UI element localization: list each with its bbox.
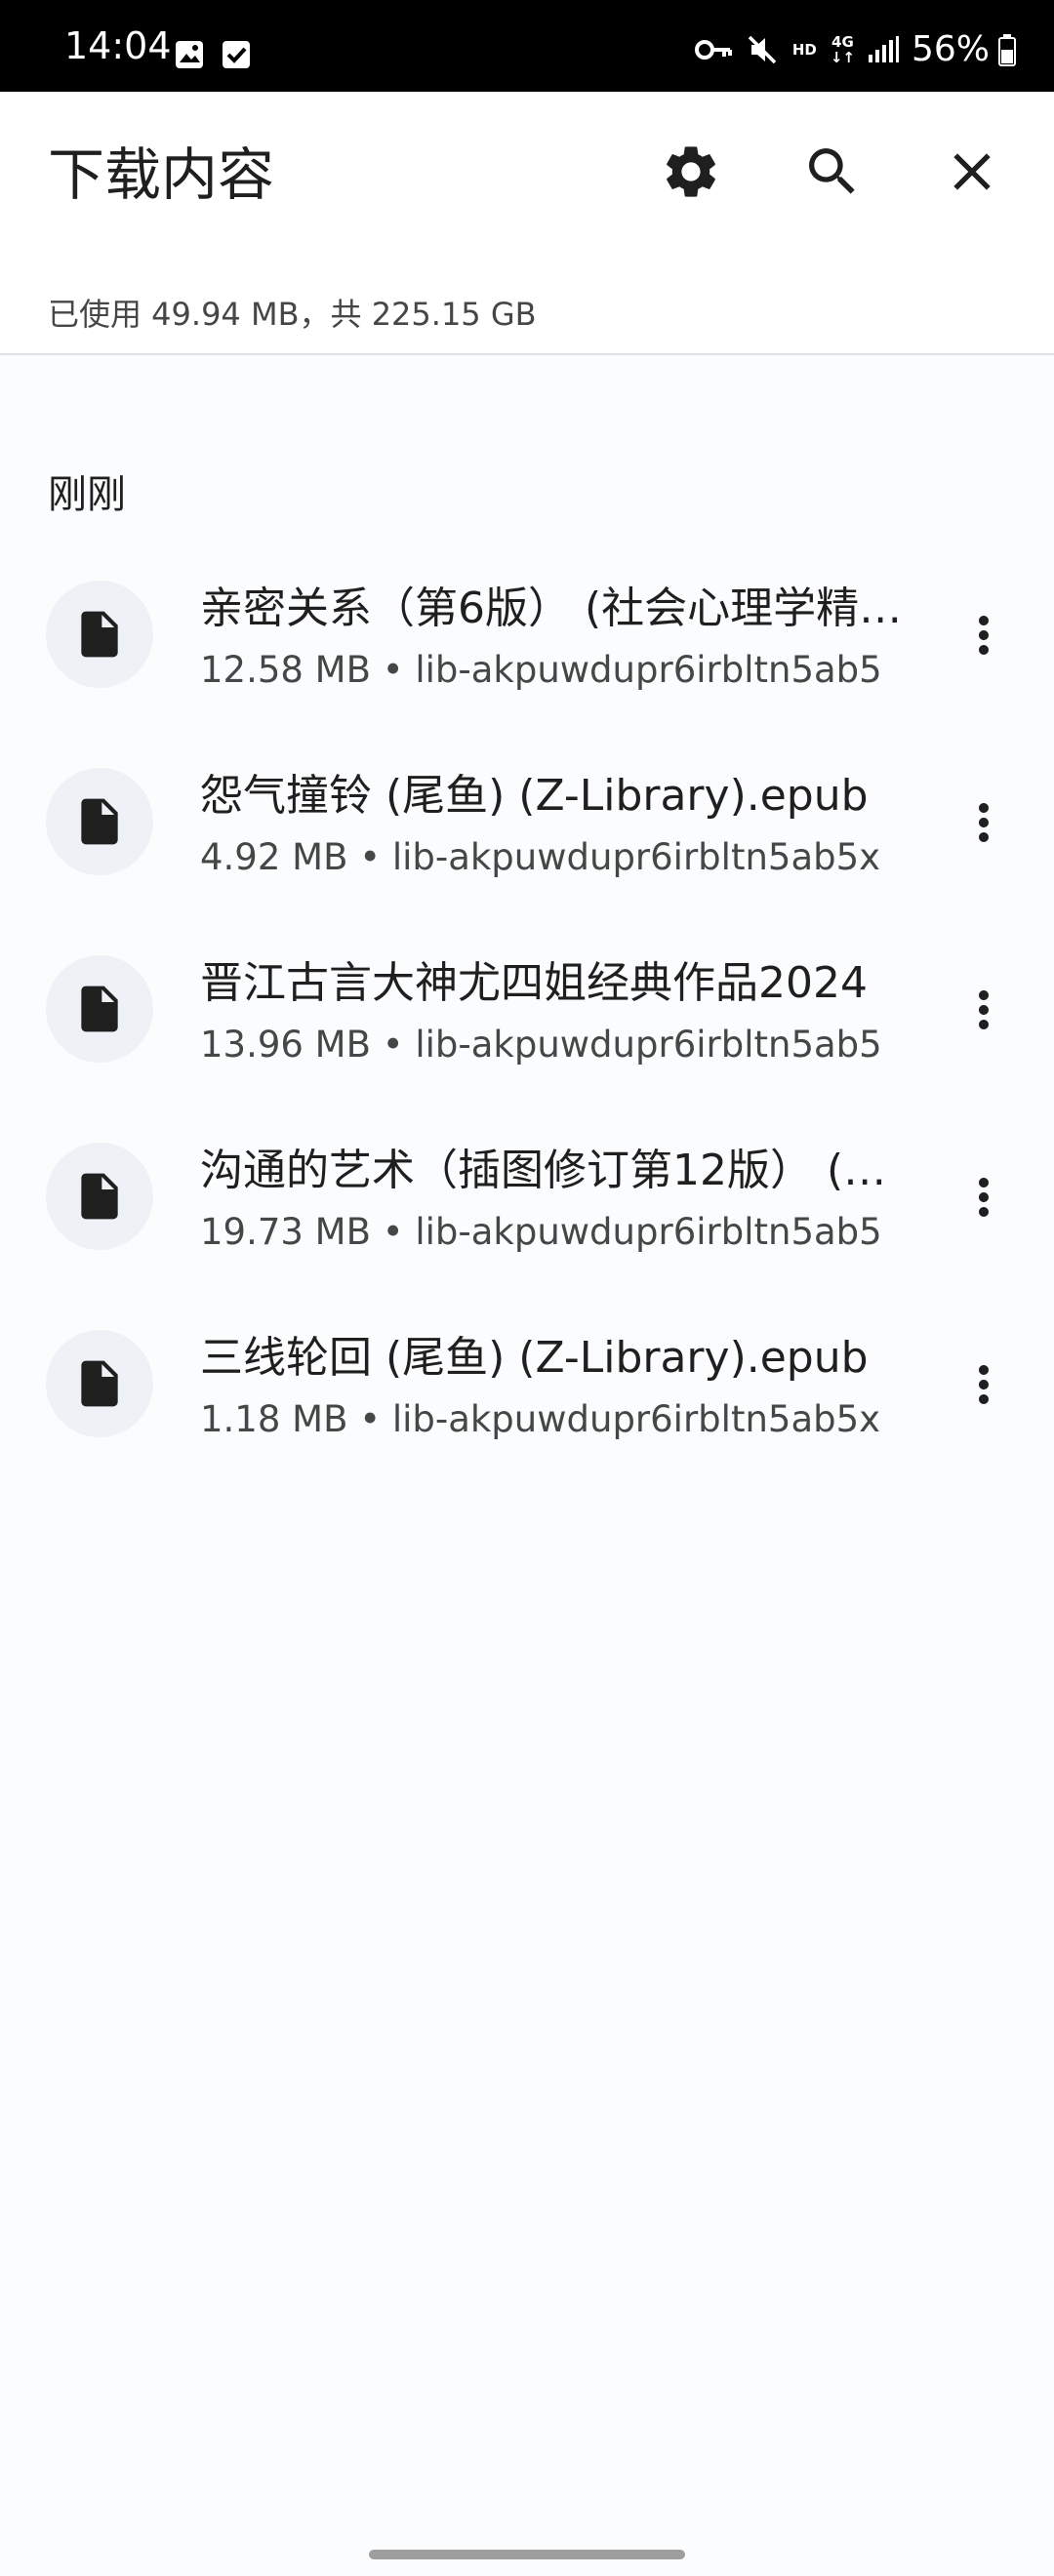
search-icon <box>809 148 855 194</box>
file-source: lib-akpuwdupr6irbltn5ab5 <box>415 1211 882 1253</box>
storage-usage: 已使用 49.94 MB，共 225.15 GB <box>48 296 537 333</box>
network-indicator: 4G ↓↑ <box>831 34 855 65</box>
download-item[interactable]: 亲密关系（第6版） (社会心理学精品译丛) 12.58 MB • lib-akp… <box>0 542 1054 729</box>
close-button[interactable] <box>929 129 1015 215</box>
status-right-icons: HD 4G ↓↑ 56% <box>694 29 1017 69</box>
gear-icon <box>667 146 715 197</box>
status-time: 14:04 <box>64 24 172 67</box>
mute-icon <box>748 35 777 64</box>
more-vert-icon <box>979 803 989 842</box>
file-icon <box>81 798 118 845</box>
detail-separator: • <box>371 1024 416 1066</box>
file-name: 三线轮回 (尾鱼) (Z-Library).epub <box>200 1333 869 1383</box>
network-gen-label: 4G <box>831 33 854 51</box>
file-name: 沟通的艺术（插图修订第12版） (看入人里，看出人外) <box>200 1146 912 1195</box>
more-options-button[interactable] <box>945 780 1023 865</box>
more-options-button[interactable] <box>945 1342 1023 1428</box>
file-name: 怨气撞铃 (尾鱼) (Z-Library).epub <box>200 771 869 821</box>
settings-button[interactable] <box>648 129 734 215</box>
file-details: 13.96 MB • lib-akpuwdupr6irbltn5ab5 <box>200 1024 903 1067</box>
file-source: lib-akpuwdupr6irbltn5ab5x <box>391 1398 881 1440</box>
detail-separator: • <box>347 836 392 878</box>
close-icon <box>953 153 991 190</box>
status-notification-icons <box>172 37 260 76</box>
file-avatar <box>46 768 153 875</box>
vpn-key-icon <box>694 40 732 60</box>
more-options-button[interactable] <box>945 967 1023 1053</box>
download-item[interactable]: 怨气撞铃 (尾鱼) (Z-Library).epub 4.92 MB • lib… <box>0 729 1054 916</box>
detail-separator: • <box>347 1398 392 1440</box>
gallery-icon <box>176 41 203 68</box>
app-header: 下载内容 已使用 49.94 MB，共 225.15 GB <box>0 92 1054 355</box>
detail-separator: • <box>371 649 416 691</box>
status-bar: 14:04 HD 4G ↓↑ 56% <box>0 0 1054 92</box>
file-details: 12.58 MB • lib-akpuwdupr6irbltn5ab5 <box>200 649 903 692</box>
file-icon <box>81 1360 118 1407</box>
page-title: 下载内容 <box>48 141 275 208</box>
download-item[interactable]: 晋江古言大神尤四姐经典作品2024 13.96 MB • lib-akpuwdu… <box>0 916 1054 1104</box>
file-name: 亲密关系（第6版） (社会心理学精品译丛) <box>200 584 912 633</box>
file-details: 19.73 MB • lib-akpuwdupr6irbltn5ab5 <box>200 1211 903 1254</box>
file-avatar <box>46 955 153 1063</box>
file-source: lib-akpuwdupr6irbltn5ab5 <box>415 649 882 691</box>
battery-icon <box>998 34 1016 66</box>
file-avatar <box>46 1330 153 1437</box>
section-header-recent: 刚刚 <box>48 472 126 517</box>
signal-icon <box>868 36 899 62</box>
more-vert-icon <box>979 990 989 1029</box>
download-item[interactable]: 沟通的艺术（插图修订第12版） (看入人里，看出人外) 19.73 MB • l… <box>0 1104 1054 1291</box>
more-vert-icon <box>979 616 989 655</box>
header-divider <box>0 353 1054 355</box>
detail-separator: • <box>371 1211 416 1253</box>
data-arrows-icon: ↓↑ <box>830 49 855 66</box>
file-icon <box>81 1173 118 1220</box>
download-item[interactable]: 三线轮回 (尾鱼) (Z-Library).epub 1.18 MB • lib… <box>0 1291 1054 1478</box>
file-details: 1.18 MB • lib-akpuwdupr6irbltn5ab5x <box>200 1398 903 1441</box>
search-button[interactable] <box>790 129 875 215</box>
more-options-button[interactable] <box>945 1154 1023 1240</box>
file-source: lib-akpuwdupr6irbltn5ab5x <box>391 836 881 878</box>
file-name: 晋江古言大神尤四姐经典作品2024 <box>200 958 868 1008</box>
file-size: 19.73 MB <box>200 1211 371 1253</box>
file-avatar <box>46 581 153 688</box>
file-icon <box>81 611 118 658</box>
gesture-navigation-bar[interactable] <box>369 2550 685 2559</box>
more-vert-icon <box>979 1178 989 1217</box>
file-avatar <box>46 1143 153 1250</box>
more-options-button[interactable] <box>945 592 1023 678</box>
hd-indicator: HD <box>791 41 817 59</box>
file-size: 12.58 MB <box>200 649 371 691</box>
file-details: 4.92 MB • lib-akpuwdupr6irbltn5ab5x <box>200 836 903 879</box>
checkbox-icon <box>223 41 250 68</box>
file-size: 4.92 MB <box>200 836 348 878</box>
more-vert-icon <box>979 1365 989 1404</box>
file-source: lib-akpuwdupr6irbltn5ab5 <box>415 1024 882 1066</box>
file-icon <box>81 986 118 1032</box>
file-size: 13.96 MB <box>200 1024 371 1066</box>
battery-percent: 56% <box>911 29 990 69</box>
download-list: 亲密关系（第6版） (社会心理学精品译丛) 12.58 MB • lib-akp… <box>0 542 1054 1478</box>
file-size: 1.18 MB <box>200 1398 348 1440</box>
